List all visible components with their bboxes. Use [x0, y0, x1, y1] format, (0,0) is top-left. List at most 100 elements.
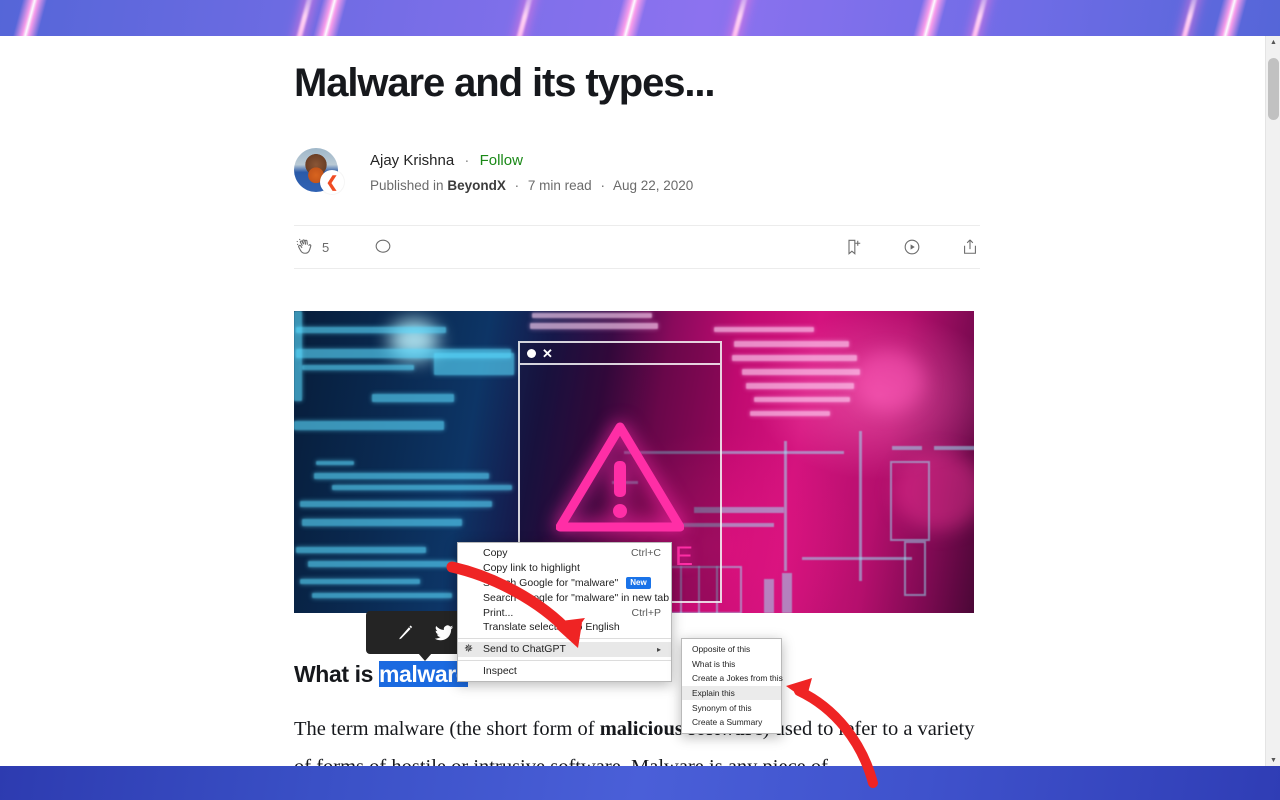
hero-code-line — [312, 593, 452, 599]
avatar[interactable]: ❮ — [294, 148, 344, 196]
hero-code-line — [296, 547, 426, 554]
bookmark-add-icon — [848, 240, 861, 256]
hero-code-line — [434, 353, 514, 376]
submenu-item-label: What is this — [692, 658, 736, 669]
context-menu-item-shortcut: Ctrl+P — [631, 606, 661, 619]
page-scrollbar[interactable]: ▲ ▼ — [1265, 36, 1280, 766]
desktop-wallpaper-top — [0, 0, 1280, 36]
share-button[interactable] — [960, 237, 980, 257]
scrollbar-up-arrow[interactable]: ▲ — [1266, 36, 1280, 48]
submenu-item[interactable]: What is this — [682, 657, 781, 672]
hero-glow — [854, 351, 924, 412]
scrollbar-down-arrow[interactable]: ▼ — [1266, 754, 1280, 766]
context-menu-separator — [458, 637, 671, 639]
hero-code-line — [714, 327, 814, 333]
hero-code-line — [294, 311, 302, 402]
hero-tech-line — [764, 579, 774, 614]
hero-tech-box — [890, 461, 930, 542]
published-in-label: Published in — [370, 178, 444, 194]
hero-code-line — [372, 394, 454, 403]
follow-button[interactable]: Follow — [480, 152, 523, 169]
hero-code-line — [302, 519, 462, 527]
desktop-wallpaper-bottom — [0, 766, 1280, 800]
context-menu-item[interactable]: Print... Ctrl+P — [458, 605, 671, 620]
selected-text[interactable]: malware — [378, 661, 469, 688]
tooltip-pointer — [418, 653, 432, 661]
warning-triangle — [555, 421, 685, 533]
context-menu-item-label: Print... — [483, 606, 514, 619]
context-menu[interactable]: Copy Ctrl+C Copy link to highlight Search G… — [457, 542, 672, 683]
hero-code-line — [734, 341, 849, 348]
chevron-right-icon: ▸ — [656, 644, 661, 654]
chatgpt-submenu[interactable]: Opposite of this What is this Create a Jok… — [681, 638, 783, 734]
hero-tech-line — [934, 446, 974, 451]
neon-ray — [963, 0, 992, 36]
play-circle-icon — [904, 240, 920, 255]
clap-button[interactable]: 5 — [294, 237, 329, 257]
hero-code-line — [302, 365, 414, 371]
read-time: 7 min read — [527, 178, 592, 194]
hero-code-line — [532, 313, 652, 319]
share-icon — [964, 239, 976, 255]
body-text-part1: The term malware (the short form of — [294, 718, 600, 741]
submenu-item[interactable]: Create a Jokes from this — [682, 671, 783, 686]
twitter-bird-icon[interactable] — [433, 622, 455, 644]
scrollbar-thumb[interactable] — [1268, 58, 1279, 120]
context-menu-item-label: Search Google for "malware" in new tab — [483, 591, 670, 604]
meta-separator: · — [514, 178, 520, 194]
neon-ray — [1173, 0, 1202, 36]
pencil-highlight-icon[interactable] — [396, 623, 415, 642]
hero-code-line — [332, 485, 512, 491]
publication-name[interactable]: BeyondX — [447, 178, 506, 193]
meta-separator: · — [600, 178, 605, 194]
sparkle-icon: ✵ — [464, 642, 474, 655]
context-menu-item[interactable]: Copy Ctrl+C — [458, 546, 671, 561]
hero-code-line — [316, 461, 354, 466]
publication-badge-icon: ❮ — [320, 170, 344, 195]
comment-icon — [375, 240, 391, 254]
engagement-right-group — [844, 237, 980, 257]
section-heading-pre: What is — [294, 661, 379, 688]
engagement-bar: 5 — [294, 225, 980, 270]
byline-text: Ajay Krishna · Follow Published in Beyon… — [370, 148, 693, 197]
submenu-item-label: Create a Jokes from this — [692, 673, 783, 684]
clap-icon — [296, 239, 312, 255]
submenu-item-label: Explain this — [692, 688, 735, 699]
hero-code-line — [750, 411, 830, 417]
byline-separator: · — [464, 152, 470, 170]
hero-code-line — [746, 383, 854, 390]
hero-code-line — [742, 369, 860, 376]
warning-triangle-icon — [555, 422, 685, 532]
clap-count: 5 — [322, 239, 330, 255]
context-menu-item[interactable]: Search Google for "malware" New — [458, 576, 671, 591]
page-title: Malware and its types... — [294, 61, 716, 105]
hero-code-line — [732, 355, 857, 362]
comment-button[interactable] — [373, 237, 393, 257]
byline-author-row: Ajay Krishna · Follow — [370, 150, 693, 172]
context-menu-item-send-to-chatgpt[interactable]: ✵ Send to ChatGPT ▸ — [458, 641, 671, 657]
context-menu-item-label: Search Google for "malware" — [483, 576, 619, 589]
submenu-item[interactable]: Synonym of this — [682, 700, 781, 715]
listen-button[interactable] — [902, 237, 922, 257]
author-name[interactable]: Ajay Krishna — [370, 152, 454, 169]
bookmark-button[interactable] — [844, 237, 864, 257]
hero-tech-box — [904, 541, 926, 597]
context-menu-item[interactable]: Copy link to highlight — [458, 561, 671, 576]
hero-code-line — [300, 579, 420, 585]
hero-code-line — [314, 473, 489, 480]
hero-window-close-icon: ✕ — [542, 345, 553, 361]
context-menu-item-inspect[interactable]: Inspect — [458, 664, 671, 679]
byline-meta-row: Published in BeyondX · 7 min read · Aug … — [370, 175, 693, 197]
hero-code-line — [296, 327, 446, 334]
new-badge: New — [626, 576, 651, 590]
publish-date: Aug 22, 2020 — [612, 178, 694, 194]
context-menu-item[interactable]: Search Google for "malware" in new tab — [458, 590, 671, 605]
hero-tech-line — [802, 557, 912, 561]
submenu-item[interactable]: Explain this — [682, 685, 781, 701]
neon-ray — [288, 0, 317, 36]
body-paragraph: The term malware (the short form of mali… — [294, 710, 980, 766]
hero-code-line — [294, 421, 444, 431]
context-menu-item[interactable]: Translate selection to English — [458, 620, 671, 635]
submenu-item[interactable]: Opposite of this — [682, 642, 781, 657]
submenu-item[interactable]: Create a Summary — [682, 715, 781, 730]
